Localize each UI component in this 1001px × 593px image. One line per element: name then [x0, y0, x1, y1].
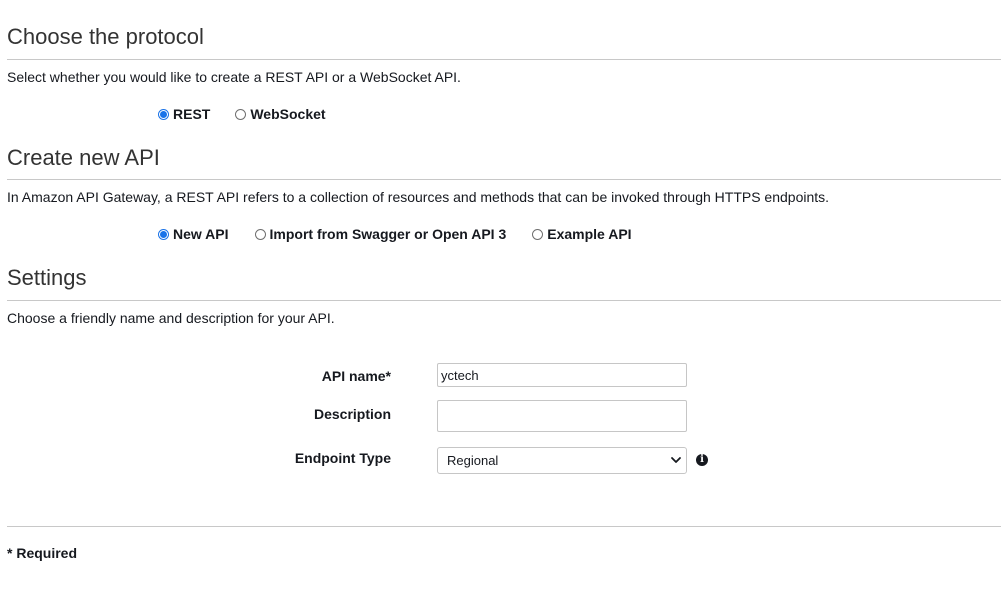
new-api-radio[interactable] — [158, 228, 169, 240]
settings-section-title: Settings — [7, 265, 87, 290]
websocket-radio[interactable] — [235, 108, 247, 120]
create-api-radio-group: New API Import from Swagger or Open API … — [158, 224, 656, 244]
rest-radio[interactable] — [158, 108, 169, 120]
chevron-down-icon — [671, 457, 681, 463]
protocol-option-rest[interactable]: REST — [158, 106, 210, 122]
rest-radio-label: REST — [173, 106, 211, 122]
protocol-description: Select whether you would like to create … — [7, 69, 461, 85]
create-option-import-swagger[interactable]: Import from Swagger or Open API 3 — [254, 226, 507, 242]
websocket-radio-label: WebSocket — [250, 106, 326, 122]
description-input[interactable] — [437, 400, 687, 432]
required-note: * Required — [7, 545, 78, 561]
create-option-new-api[interactable]: New API — [158, 226, 229, 242]
create-api-section-title: Create new API — [7, 145, 160, 170]
example-api-radio[interactable] — [532, 228, 544, 240]
protocol-section-title: Choose the protocol — [7, 24, 204, 49]
endpoint-type-label: Endpoint Type — [294, 450, 391, 466]
endpoint-type-select[interactable]: Regional — [437, 447, 687, 474]
settings-description: Choose a friendly name and description f… — [7, 310, 335, 326]
example-api-radio-label: Example API — [547, 226, 632, 242]
protocol-option-websocket[interactable]: WebSocket — [235, 106, 326, 122]
api-name-input[interactable] — [437, 363, 687, 387]
settings-divider — [7, 300, 1001, 301]
create-api-divider — [7, 179, 1001, 180]
info-icon[interactable]: i — [696, 454, 708, 466]
protocol-radio-group: REST WebSocket — [158, 104, 350, 124]
footer-divider — [7, 526, 1001, 527]
import-swagger-radio[interactable] — [254, 228, 266, 240]
protocol-divider — [7, 59, 1001, 60]
create-option-example-api[interactable]: Example API — [532, 226, 632, 242]
description-label: Description — [313, 406, 391, 422]
import-swagger-radio-label: Import from Swagger or Open API 3 — [269, 226, 507, 242]
api-name-label: API name* — [321, 368, 391, 384]
new-api-radio-label: New API — [173, 226, 229, 242]
create-api-description: In Amazon API Gateway, a REST API refers… — [7, 189, 830, 205]
endpoint-type-selected-value: Regional — [447, 453, 499, 468]
create-api-page: Choose the protocol Select whether you w… — [0, 0, 1001, 593]
